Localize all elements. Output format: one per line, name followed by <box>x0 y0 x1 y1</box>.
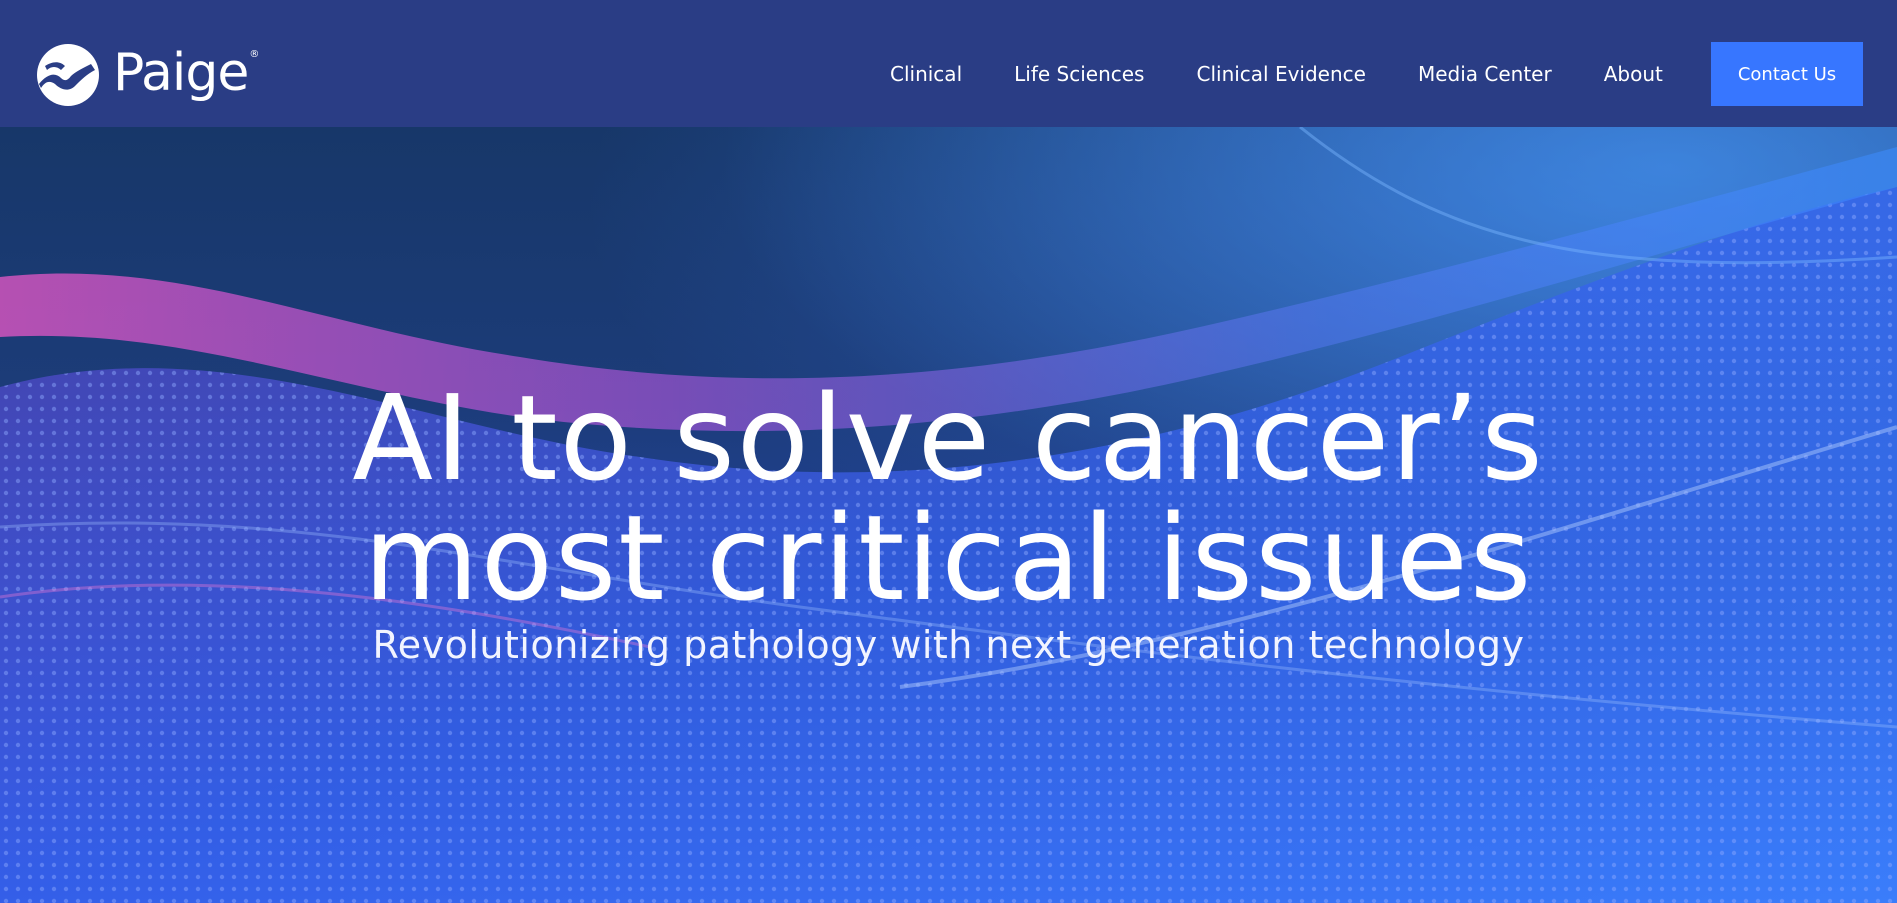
nav-item-media-center[interactable]: Media Center <box>1418 62 1552 86</box>
hero-section: AI to solve cancer’s most critical issue… <box>0 127 1897 903</box>
page: Paige ® Clinical Life Sciences Clinical … <box>0 0 1897 903</box>
site-header: Paige ® Clinical Life Sciences Clinical … <box>0 0 1897 127</box>
logo-wordmark: Paige <box>113 42 249 103</box>
paige-logo-icon <box>37 43 99 106</box>
nav-item-clinical-evidence[interactable]: Clinical Evidence <box>1196 62 1365 86</box>
main-nav: Clinical Life Sciences Clinical Evidence… <box>890 60 1663 88</box>
contact-us-button[interactable]: Contact Us <box>1711 42 1863 106</box>
paige-logo[interactable]: Paige ® <box>37 42 259 107</box>
hero-title: AI to solve cancer’s most critical issue… <box>0 378 1897 618</box>
hero-title-line-1: AI to solve cancer’s <box>352 369 1545 508</box>
nav-item-clinical[interactable]: Clinical <box>890 62 962 86</box>
hero-subtitle: Revolutionizing pathology with next gene… <box>372 623 1525 667</box>
nav-item-about[interactable]: About <box>1604 62 1663 86</box>
nav-item-life-sciences[interactable]: Life Sciences <box>1014 62 1144 86</box>
hero-title-line-2: most critical issues <box>363 489 1534 628</box>
registered-mark: ® <box>249 49 260 60</box>
